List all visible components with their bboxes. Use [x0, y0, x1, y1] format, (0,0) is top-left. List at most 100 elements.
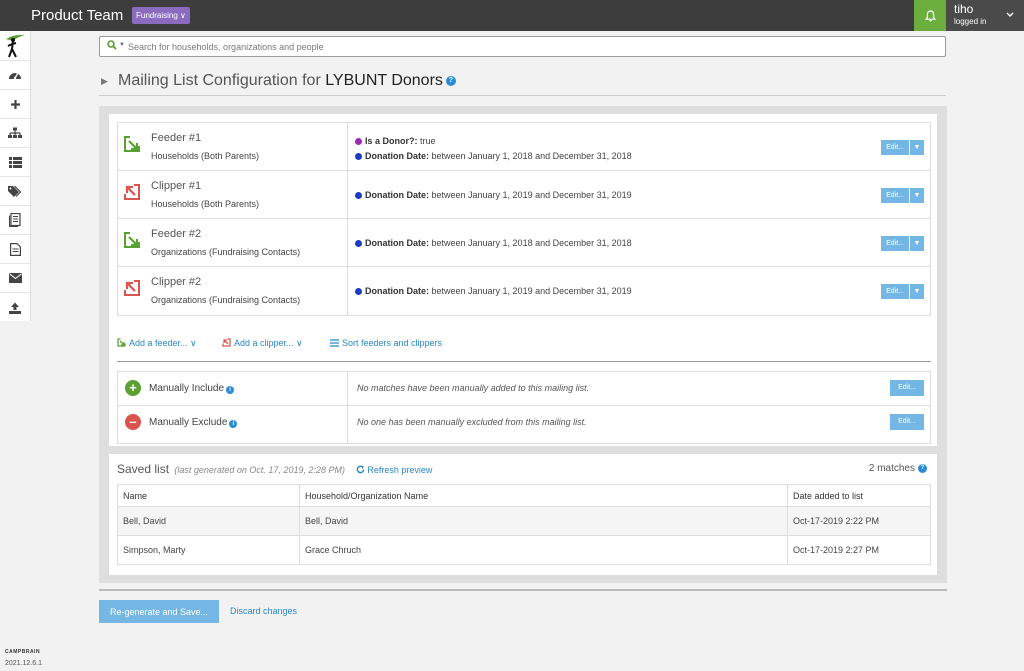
rule-subtitle: Households (Both Parents)	[151, 151, 260, 161]
rule-criterion: Donation Date: between January 1, 2018 a…	[355, 238, 632, 248]
add-feeder-link[interactable]: Add a feeder... ∨	[117, 338, 197, 349]
criterion-value: between January 1, 2018 and December 31,…	[429, 151, 632, 161]
criterion-value: true	[417, 136, 436, 146]
sort-label: Sort feeders and clippers	[342, 338, 443, 348]
list-icon	[8, 156, 22, 168]
manual-exclude-row: – Manually Exclude i No one has been manu…	[118, 406, 930, 443]
rule-subtitle: Households (Both Parents)	[151, 199, 260, 209]
notifications-button[interactable]	[914, 0, 946, 31]
rule-row-feeder-1: Feeder #1 Households (Both Parents) Is a…	[118, 123, 930, 171]
user-menu[interactable]: tiho logged in	[946, 0, 1024, 31]
sidebar-item-add[interactable]	[0, 90, 30, 119]
envelope-icon	[8, 273, 22, 283]
chevron-down-icon	[1006, 12, 1014, 17]
clipper-icon	[124, 184, 140, 200]
plus-icon	[10, 99, 20, 109]
help-icon[interactable]: ?	[918, 463, 927, 473]
report-icon	[9, 213, 21, 227]
manual-include-edit-button[interactable]: Edit...	[890, 380, 924, 396]
sidebar-item-hierarchy[interactable]	[0, 119, 30, 148]
cell-date: Oct-17-2019 2:27 PM	[787, 535, 931, 565]
rule-title: Feeder #1	[151, 132, 202, 144]
manual-include-label: Manually Include i	[149, 383, 235, 394]
criterion-label: Donation Date:	[365, 238, 429, 248]
cell-name: Bell, David	[117, 506, 300, 536]
edit-dropdown-caret-icon[interactable]: ▼	[909, 140, 924, 155]
edit-dropdown-caret-icon[interactable]: ▼	[909, 188, 924, 203]
search-scope-caret-icon[interactable]: ▼	[119, 42, 125, 48]
discard-changes-link[interactable]: Discard changes	[230, 606, 297, 616]
manual-exclude-status: No one has been manually excluded from t…	[357, 417, 587, 427]
edit-dropdown-caret-icon[interactable]: ▼	[909, 284, 924, 299]
search-box[interactable]: ▼	[99, 36, 946, 57]
rule-row-clipper-2: Clipper #2 Organizations (Fundraising Co…	[118, 267, 930, 315]
edit-button[interactable]: Edit...	[881, 140, 909, 155]
edit-dropdown-caret-icon[interactable]: ▼	[909, 236, 924, 251]
sitemap-icon	[8, 127, 22, 138]
feeder-icon	[117, 338, 126, 347]
manual-exclude-cell: – Manually Exclude i	[118, 406, 348, 443]
app-logo[interactable]	[0, 31, 30, 61]
clipper-icon	[222, 338, 231, 347]
help-icon[interactable]: ?	[445, 75, 456, 86]
column-header-name[interactable]: Name	[117, 484, 300, 507]
sidebar-item-mail[interactable]	[0, 264, 30, 293]
criterion-label: Donation Date:	[365, 151, 429, 161]
manual-include-cell: + Manually Include i	[118, 372, 348, 405]
rule-criterion: Donation Date: between January 1, 2019 a…	[355, 190, 632, 200]
edit-button[interactable]: Edit...	[881, 236, 909, 251]
saved-list-header: Saved list (last generated on Oct. 17, 2…	[117, 462, 432, 476]
search-input[interactable]	[128, 38, 928, 55]
sidebar-item-reports[interactable]	[0, 206, 30, 235]
edit-button[interactable]: Edit...	[881, 284, 909, 299]
rule-edit-group: Edit... ▼	[881, 140, 924, 155]
sidebar-item-tags[interactable]	[0, 177, 30, 206]
page-title: Mailing List Configuration for LYBUNT Do…	[118, 72, 456, 90]
cell-date: Oct-17-2019 2:22 PM	[787, 506, 931, 536]
rule-cell: Feeder #1 Households (Both Parents)	[118, 123, 348, 170]
rule-criterion: Donation Date: between January 1, 2018 a…	[355, 151, 632, 161]
column-header-household[interactable]: Household/Organization Name	[299, 484, 788, 507]
sidebar-item-dashboard[interactable]	[0, 61, 30, 90]
manual-table: + Manually Include i No matches have been…	[117, 371, 931, 444]
sidebar-item-documents[interactable]	[0, 235, 30, 264]
brand-text: CAMPBRAIN	[5, 649, 41, 655]
criterion-label: Donation Date:	[365, 190, 429, 200]
info-icon[interactable]: i	[229, 420, 238, 428]
user-status: logged in	[954, 17, 987, 26]
sort-link[interactable]: Sort feeders and clippers	[330, 338, 442, 348]
refresh-preview-link[interactable]: Refresh preview	[356, 465, 432, 475]
dashboard-icon	[9, 72, 21, 80]
criterion-value: between January 1, 2019 and December 31,…	[429, 190, 632, 200]
add-clipper-label: Add a clipper... ∨	[234, 338, 303, 348]
feeder-icon	[124, 136, 140, 152]
section-divider	[117, 361, 931, 362]
add-feeder-label: Add a feeder... ∨	[129, 338, 197, 348]
manual-exclude-text: Manually Exclude	[149, 417, 228, 428]
sidebar-item-upload[interactable]	[0, 293, 30, 322]
column-header-date[interactable]: Date added to list	[787, 484, 931, 507]
rule-row-feeder-2: Feeder #2 Organizations (Fundraising Con…	[118, 219, 930, 267]
sidebar-item-lists[interactable]	[0, 148, 30, 177]
info-icon[interactable]: i	[226, 386, 235, 394]
manual-include-status: No matches have been manually added to t…	[357, 383, 590, 393]
rule-subtitle: Organizations (Fundraising Contacts)	[151, 247, 301, 257]
manual-exclude-edit-button[interactable]: Edit...	[890, 414, 924, 430]
criterion-dot	[355, 138, 362, 145]
rule-edit-group: Edit... ▼	[881, 284, 924, 299]
regenerate-save-button[interactable]: Re-generate and Save...	[99, 600, 219, 623]
rule-criterion: Is a Donor?: true	[355, 136, 436, 146]
edit-button[interactable]: Edit...	[881, 188, 909, 203]
criterion-label: Donation Date:	[365, 286, 429, 296]
team-badge[interactable]: Fundraising ∨	[132, 7, 190, 24]
rule-row-clipper-1: Clipper #1 Households (Both Parents) Don…	[118, 171, 930, 219]
last-generated-note: (last generated on Oct. 17, 2019, 2:28 P…	[174, 465, 345, 475]
team-title[interactable]: Product Team	[31, 7, 123, 24]
version-text: 2021.12.6.1	[5, 660, 42, 667]
add-clipper-link[interactable]: Add a clipper... ∨	[222, 338, 303, 349]
table-row[interactable]: Bell, David Bell, David Oct-17-2019 2:22…	[117, 506, 931, 536]
collapse-toggle-icon[interactable]: ▶	[101, 76, 108, 87]
table-header-row: Name Household/Organization Name Date ad…	[117, 484, 931, 507]
rules-card: Feeder #1 Households (Both Parents) Is a…	[109, 114, 937, 446]
table-row[interactable]: Simpson, Marty Grace Chruch Oct-17-2019 …	[117, 535, 931, 565]
